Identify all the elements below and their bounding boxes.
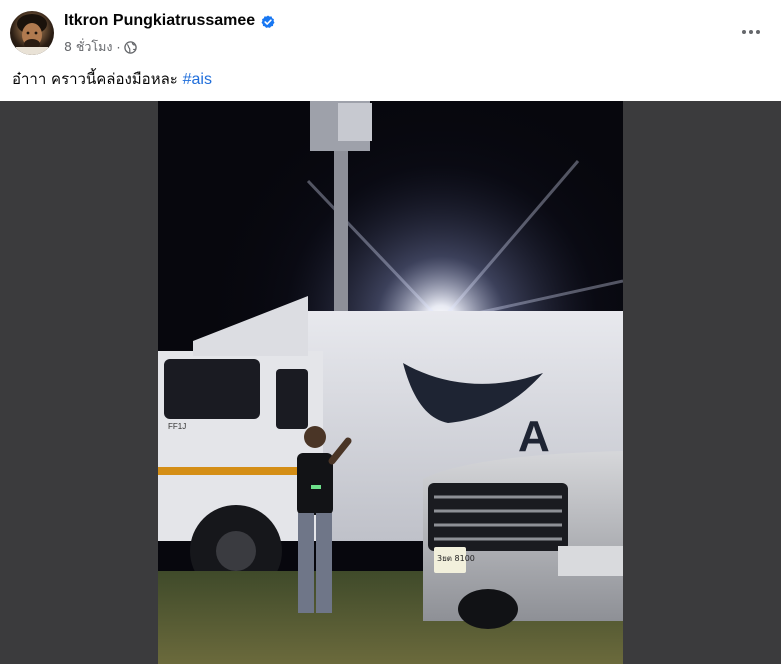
caption-text: อ๋าาา คราวนี้คล่องมือหละ: [12, 70, 178, 88]
more-horizontal-icon: [742, 30, 746, 34]
hashtag-link[interactable]: #ais: [183, 71, 212, 88]
truck-logo-text: A: [518, 412, 550, 461]
author-name[interactable]: Itkron Pungkiatrussamee: [64, 12, 255, 30]
post-timestamp[interactable]: 8 ชั่วโมง: [64, 37, 113, 57]
more-dot: [756, 30, 760, 34]
more-options-button[interactable]: [737, 20, 765, 44]
author-name-row: Itkron Pungkiatrussamee: [64, 12, 275, 30]
verified-badge-icon: [261, 14, 275, 28]
post-caption: อ๋าาา คราวนี้คล่องมือหละ #ais: [12, 67, 212, 91]
post-photo[interactable]: A FF1J 3ยต 8100: [158, 101, 623, 664]
meta-separator: ·: [116, 39, 121, 55]
truck-cab-badge: FF1J: [168, 422, 186, 431]
facebook-post: Itkron Pungkiatrussamee 8 ชั่วโมง · อ๋าา…: [0, 0, 781, 664]
more-dot: [749, 30, 753, 34]
post-header: Itkron Pungkiatrussamee 8 ชั่วโมง ·: [0, 0, 781, 60]
photo-illustration: A FF1J 3ยต 8100: [158, 101, 623, 664]
media-container[interactable]: A FF1J 3ยต 8100: [0, 101, 781, 664]
globe-icon[interactable]: [124, 40, 138, 54]
author-avatar[interactable]: [10, 11, 54, 55]
license-plate: 3ยต 8100: [437, 554, 475, 563]
post-meta: 8 ชั่วโมง ·: [64, 37, 138, 57]
